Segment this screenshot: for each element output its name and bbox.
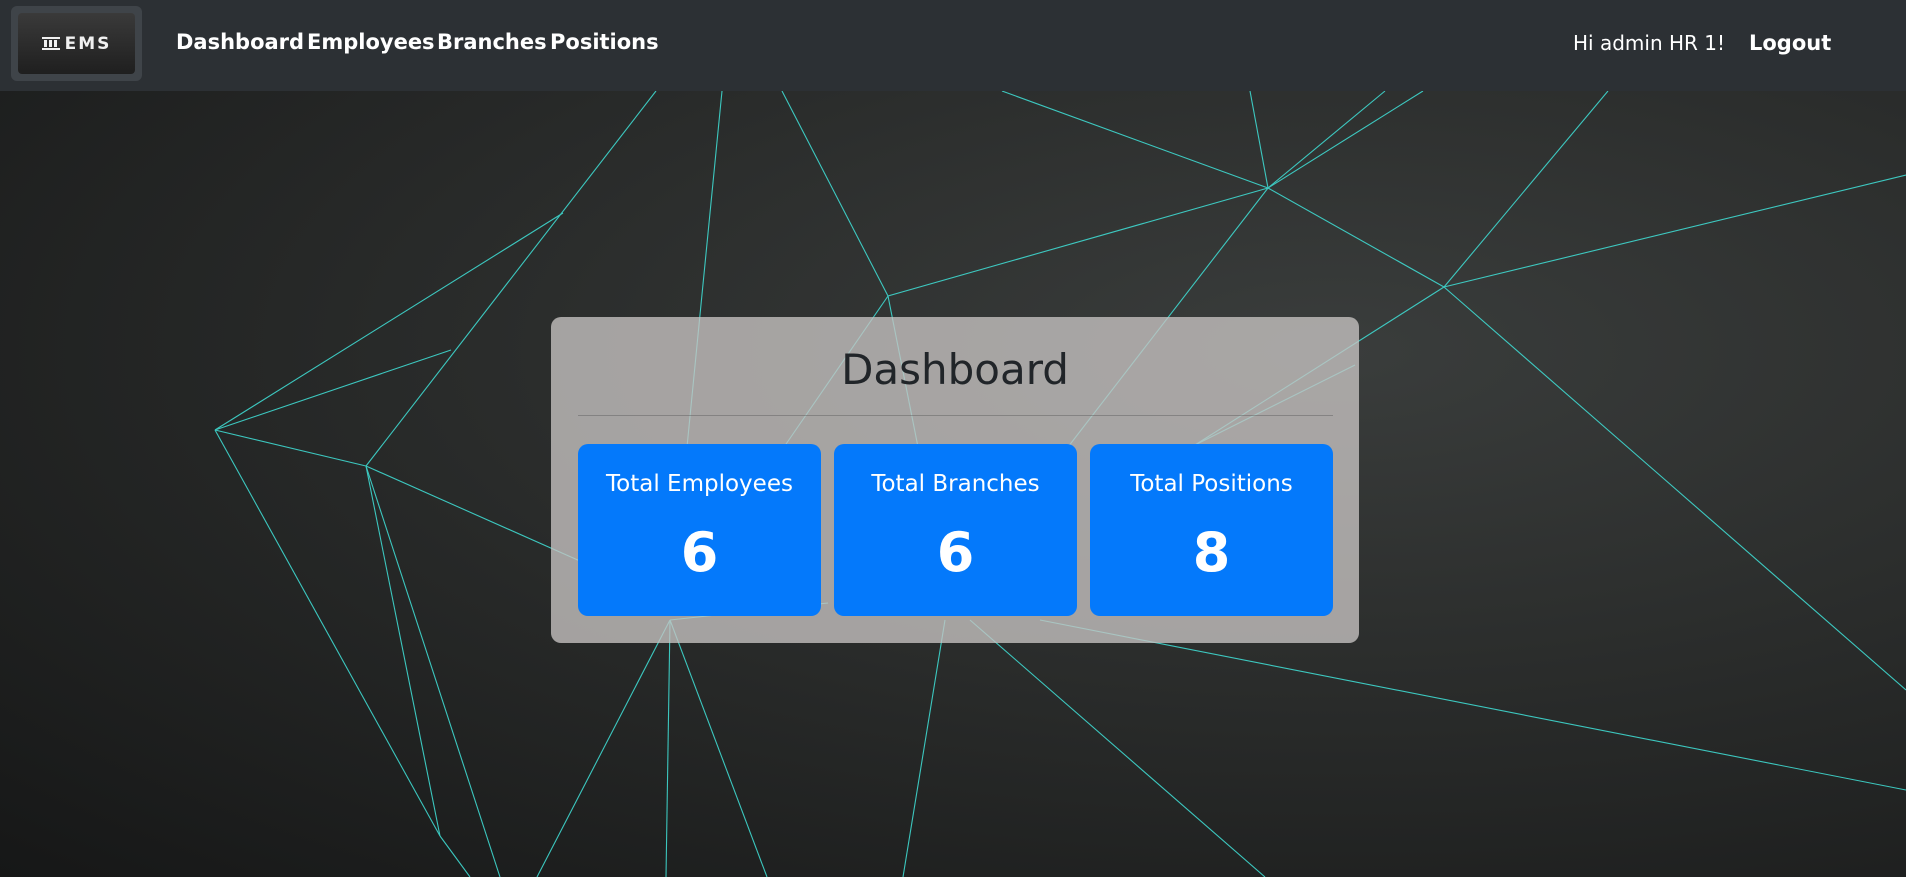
nav-link-employees[interactable]: Employees xyxy=(307,30,435,54)
stat-card-label: Total Branches xyxy=(871,471,1040,497)
user-greeting: Hi admin HR 1! xyxy=(1573,31,1726,55)
stat-card-label: Total Positions xyxy=(1130,471,1293,497)
nav-link-branches[interactable]: Branches xyxy=(437,30,547,54)
stat-card-value: 8 xyxy=(1192,521,1231,584)
stat-card-value: 6 xyxy=(680,521,719,584)
building-icon xyxy=(41,37,60,50)
page-title: Dashboard xyxy=(841,345,1069,394)
logo-badge: EMS xyxy=(18,13,135,74)
stat-card-value: 6 xyxy=(936,521,975,584)
app-logo[interactable]: EMS xyxy=(11,6,142,81)
nav-link-positions[interactable]: Positions xyxy=(550,30,659,54)
stat-card-positions: Total Positions 8 xyxy=(1090,444,1333,616)
logout-link[interactable]: Logout xyxy=(1749,31,1831,55)
stat-card-label: Total Employees xyxy=(606,471,793,497)
stat-card-employees: Total Employees 6 xyxy=(578,444,821,616)
stat-card-branches: Total Branches 6 xyxy=(834,444,1077,616)
top-navbar: EMS Dashboard Employees Branches Positio… xyxy=(0,0,1906,91)
dashboard-panel: Dashboard Total Employees 6 Total Branch… xyxy=(551,317,1359,643)
title-divider xyxy=(578,415,1333,416)
logo-text: EMS xyxy=(64,33,112,54)
nav-link-dashboard[interactable]: Dashboard xyxy=(176,30,304,54)
